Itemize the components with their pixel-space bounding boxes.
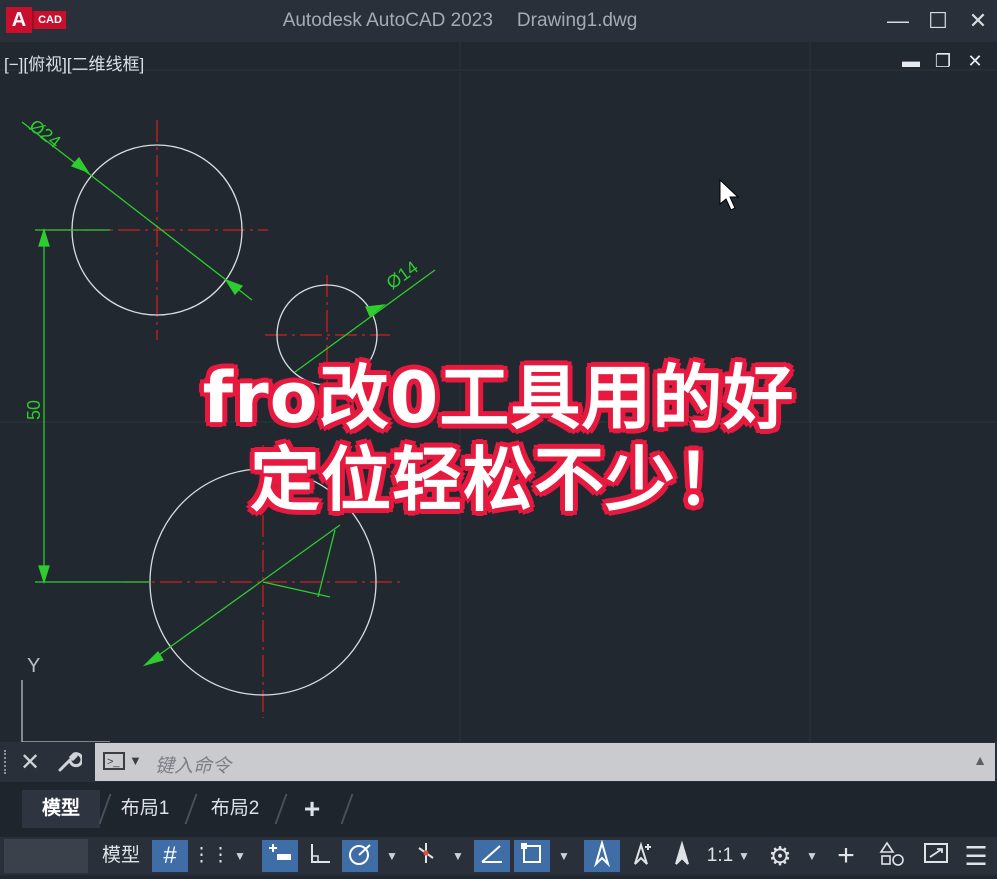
- mouse-cursor: [719, 178, 740, 211]
- caption-line-1: fro改0工具用的好: [202, 357, 795, 439]
- caption-overlay: fro改0工具用的好 定位轻松不少！: [0, 357, 997, 521]
- dim-leader: [317, 529, 336, 598]
- grid-icon[interactable]: #: [152, 840, 188, 872]
- isodraft-icon[interactable]: [408, 840, 444, 872]
- minimize-button[interactable]: —: [883, 6, 913, 36]
- dim-line-bottom: [144, 524, 341, 666]
- caption-line-2: 定位轻松不少！: [250, 439, 747, 521]
- dim-arrow: [38, 227, 50, 247]
- polar-tracking-icon[interactable]: [342, 840, 378, 872]
- chevron-down-icon[interactable]: ▼: [384, 840, 400, 872]
- dim-text-dia24: Ø24: [26, 115, 65, 152]
- object-snap-tracking-icon[interactable]: [474, 840, 510, 872]
- annotation-scale-icon[interactable]: [664, 840, 700, 872]
- dim-arrow: [70, 156, 90, 174]
- chevron-up-icon[interactable]: ▲: [973, 752, 987, 768]
- tab-separator: [340, 794, 354, 824]
- command-prompt-icon[interactable]: >_: [103, 752, 125, 770]
- chevron-down-icon[interactable]: ▼: [450, 840, 466, 872]
- tab-layout1[interactable]: 布局1: [110, 790, 180, 828]
- tab-model[interactable]: 模型: [22, 790, 100, 828]
- dim-arrow: [38, 565, 50, 585]
- close-icon[interactable]: ✕: [20, 748, 40, 777]
- maximize-button[interactable]: ☐: [923, 6, 953, 36]
- annotation-autoscale-icon[interactable]: [624, 840, 660, 872]
- status-bar: 模型 # ⋮⋮ ▼ ▼ ▼ ▼ 1:1 ▼ ⚙ ▼ + ☰: [0, 837, 997, 875]
- snap-icon[interactable]: ⋮⋮: [192, 840, 230, 872]
- ucs-y-label: Y: [27, 655, 40, 677]
- chevron-down-icon[interactable]: ▼: [232, 840, 248, 872]
- dim-arrow: [224, 278, 244, 296]
- app-title: Autodesk AutoCAD 2023: [282, 10, 493, 31]
- tab-layout2[interactable]: 布局2: [200, 790, 270, 828]
- shapes-icon[interactable]: [874, 840, 910, 872]
- layout-tabs: 模型 布局1 布局2 +: [0, 782, 997, 837]
- ortho-icon[interactable]: [302, 840, 336, 872]
- chevron-down-icon[interactable]: ▼: [804, 840, 820, 872]
- viewport-close-button[interactable]: ✕: [963, 50, 987, 72]
- dim-text-dia14: Ø14: [383, 257, 422, 293]
- coordinates-field[interactable]: [4, 839, 88, 873]
- command-line-bar: ✕ >_ ▼ 键入命令 ▲: [0, 742, 997, 782]
- scale-value[interactable]: 1:1: [704, 840, 736, 872]
- object-snap-icon[interactable]: [514, 840, 550, 872]
- menu-icon[interactable]: ☰: [958, 840, 994, 872]
- plus-icon[interactable]: +: [828, 840, 864, 872]
- model-space-button[interactable]: 模型: [96, 840, 146, 872]
- annotation-visibility-icon[interactable]: [584, 839, 620, 872]
- drawing-viewport[interactable]: Ø24 Ø14 50 Y [−][俯视][二维线框] ▬ ❐ ✕ fro改0工具…: [0, 42, 997, 742]
- tab-separator: [184, 794, 198, 824]
- window-title: Autodesk AutoCAD 2023 Drawing1.dwg: [0, 0, 920, 42]
- command-placeholder: 键入命令: [155, 756, 232, 777]
- viewport-restore-button[interactable]: ❐: [931, 50, 955, 72]
- fullscreen-icon[interactable]: [918, 840, 954, 872]
- command-line-grip[interactable]: [4, 750, 14, 774]
- close-button[interactable]: ✕: [963, 6, 993, 36]
- gear-icon[interactable]: ⚙: [762, 840, 798, 872]
- command-input[interactable]: >_ ▼ 键入命令 ▲: [95, 743, 995, 781]
- chevron-down-icon[interactable]: ▼: [556, 840, 572, 872]
- add-layout-button[interactable]: +: [292, 790, 332, 828]
- dynamic-input-icon[interactable]: [262, 840, 298, 872]
- wrench-icon[interactable]: [56, 748, 84, 781]
- chevron-down-icon[interactable]: ▼: [736, 840, 752, 872]
- chevron-down-icon[interactable]: ▼: [129, 753, 142, 768]
- viewport-controls-label[interactable]: [−][俯视][二维线框]: [4, 50, 144, 75]
- tab-separator: [274, 794, 288, 824]
- dim-line-dia24: [21, 121, 253, 301]
- title-bar: A CAD Autodesk AutoCAD 2023 Drawing1.dwg …: [0, 0, 997, 42]
- viewport-minimize-button[interactable]: ▬: [899, 50, 923, 72]
- document-title: Drawing1.dwg: [516, 10, 638, 31]
